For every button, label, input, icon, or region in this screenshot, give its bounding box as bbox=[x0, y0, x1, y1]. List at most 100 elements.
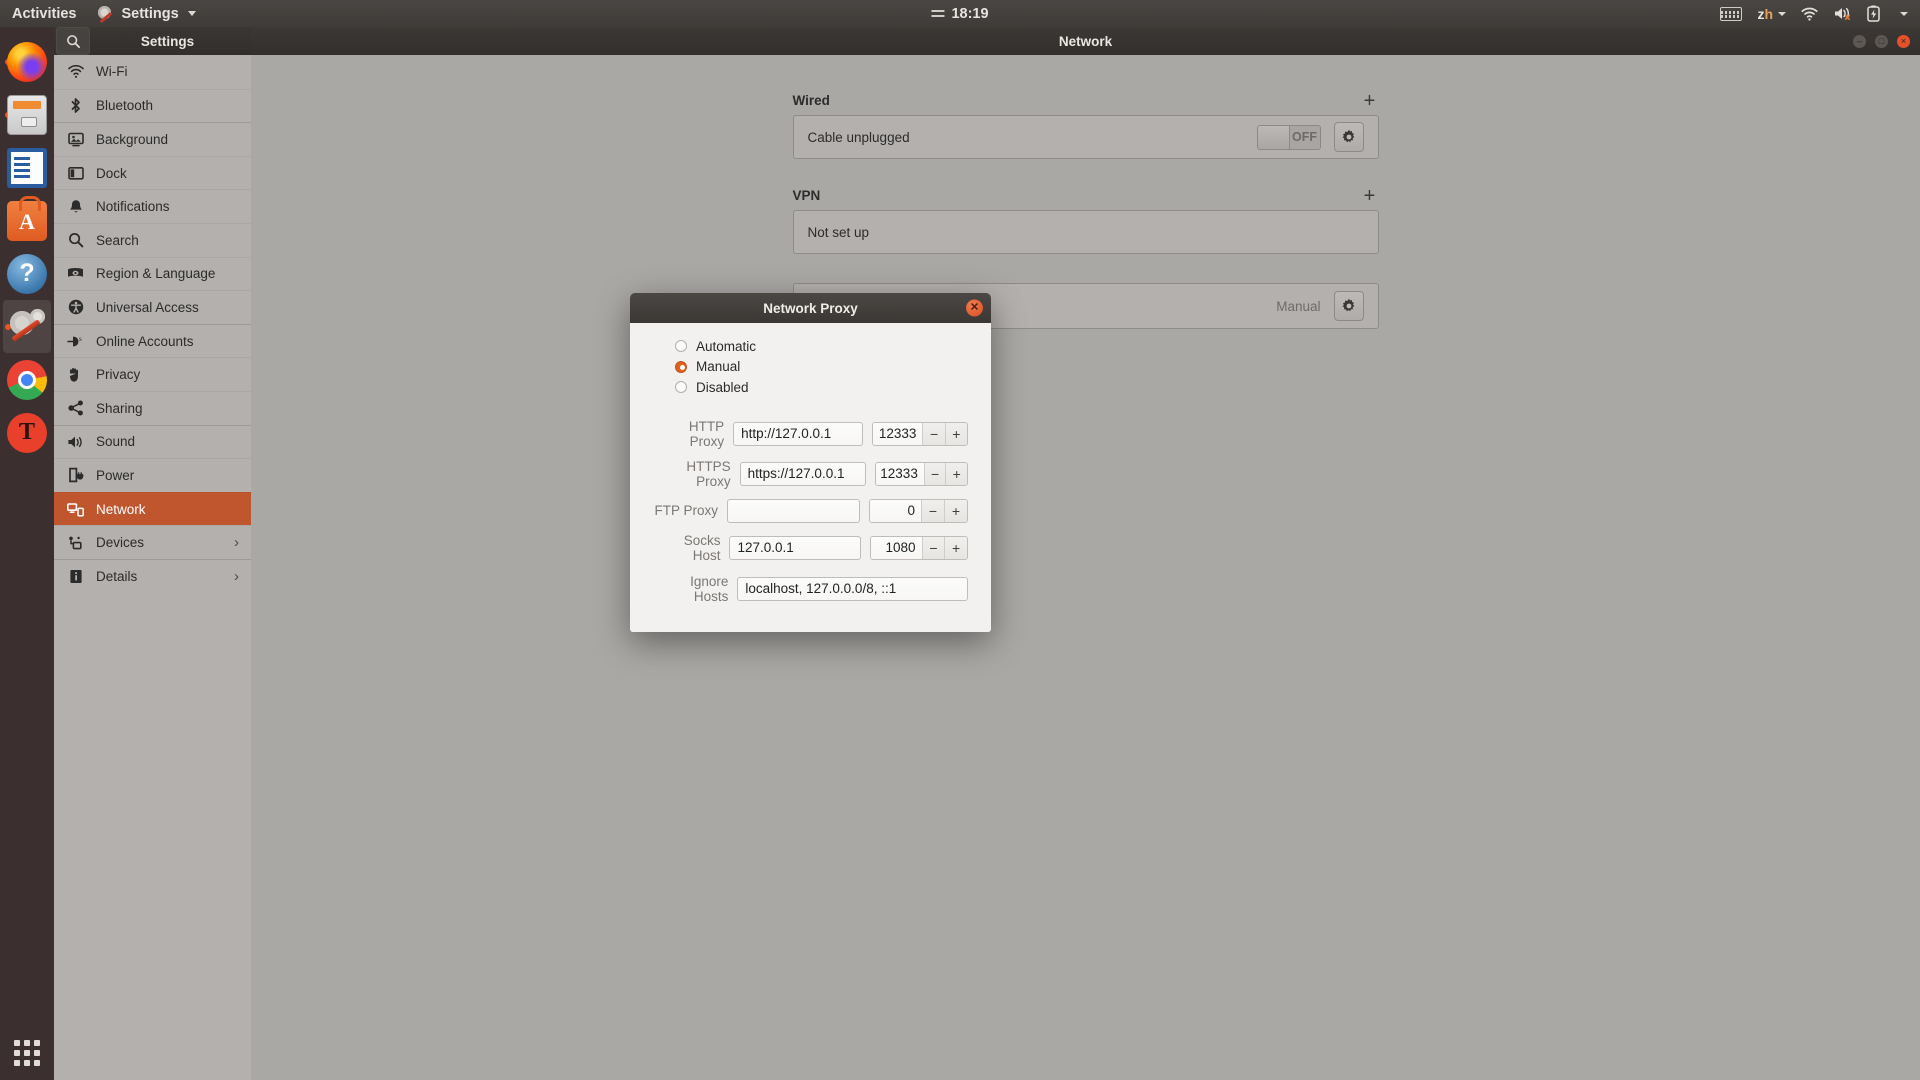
close-button[interactable]: × bbox=[1897, 35, 1910, 48]
https-proxy-input[interactable]: https://127.0.0.1 bbox=[740, 462, 866, 486]
sidebar-item-online-accounts[interactable]: s Online Accounts bbox=[54, 324, 251, 358]
proxy-settings-button[interactable] bbox=[1334, 291, 1364, 321]
dock-item-firefox[interactable] bbox=[3, 35, 51, 88]
gear-icon bbox=[1341, 298, 1357, 314]
volume-muted-icon[interactable] bbox=[1833, 6, 1852, 21]
dock-item-app-red[interactable] bbox=[3, 406, 51, 459]
sidebar-item-label: Power bbox=[96, 468, 134, 483]
minimize-button[interactable]: – bbox=[1853, 35, 1866, 48]
activities-button[interactable]: Activities bbox=[0, 0, 87, 27]
maximize-button[interactable]: □ bbox=[1875, 35, 1888, 48]
show-applications-button[interactable] bbox=[14, 1040, 40, 1066]
dock-icon bbox=[67, 165, 84, 182]
spin-down-button[interactable]: − bbox=[921, 500, 944, 522]
proxy-mode-automatic[interactable]: Automatic bbox=[675, 336, 968, 357]
ftp-port-value[interactable]: 0 bbox=[870, 500, 921, 522]
http-proxy-row: HTTP Proxy http://127.0.0.1 12333 − + bbox=[653, 419, 968, 449]
svg-text:s: s bbox=[79, 335, 82, 343]
dock-item-ubuntu-software[interactable] bbox=[3, 194, 51, 247]
window-titlebar[interactable]: Settings Network – □ × bbox=[54, 27, 1920, 55]
sidebar-item-sound[interactable]: Sound bbox=[54, 425, 251, 459]
settings-wrench-gear-icon bbox=[97, 5, 114, 22]
sidebar-item-wifi[interactable]: Wi-Fi bbox=[54, 55, 251, 89]
sidebar-title: Settings bbox=[90, 34, 251, 49]
sidebar-item-label: Region & Language bbox=[96, 266, 215, 281]
plus-icon[interactable]: + bbox=[1361, 189, 1379, 203]
chevron-right-icon: › bbox=[234, 568, 239, 585]
sidebar-item-power[interactable]: Power bbox=[54, 458, 251, 492]
dialog-titlebar[interactable]: Network Proxy ✕ bbox=[630, 293, 991, 323]
http-proxy-input[interactable]: http://127.0.0.1 bbox=[733, 422, 863, 446]
titlebar-main-section: Network – □ × bbox=[251, 27, 1920, 55]
wired-settings-button[interactable] bbox=[1334, 122, 1364, 152]
dock-item-libreoffice-writer[interactable] bbox=[3, 141, 51, 194]
search-button[interactable] bbox=[56, 27, 90, 55]
dock-item-settings[interactable] bbox=[3, 300, 51, 353]
status-menu[interactable]: zh bbox=[1720, 0, 1914, 27]
language-indicator[interactable]: zh bbox=[1757, 6, 1786, 22]
devices-icon bbox=[67, 534, 84, 551]
socks-host-input[interactable]: 127.0.0.1 bbox=[729, 536, 861, 560]
ftp-proxy-label: FTP Proxy bbox=[654, 503, 718, 518]
spin-down-button[interactable]: − bbox=[922, 537, 945, 559]
proxy-mode-disabled[interactable]: Disabled bbox=[675, 377, 968, 398]
keyboard-icon[interactable] bbox=[1720, 7, 1742, 21]
sidebar-item-dock[interactable]: Dock bbox=[54, 156, 251, 190]
sidebar-item-bluetooth[interactable]: Bluetooth bbox=[54, 89, 251, 123]
wired-row: Cable unplugged OFF bbox=[794, 116, 1378, 158]
spin-down-button[interactable]: − bbox=[922, 423, 944, 445]
http-port-value[interactable]: 12333 bbox=[873, 423, 923, 445]
app-menu-button[interactable]: Settings bbox=[87, 0, 205, 27]
sidebar-item-region-language[interactable]: Region & Language bbox=[54, 257, 251, 291]
settings-wrench-gear-icon bbox=[7, 307, 47, 347]
sidebar-item-sharing[interactable]: Sharing bbox=[54, 391, 251, 425]
radio-label: Disabled bbox=[696, 380, 749, 395]
titlebar-sidebar-section: Settings bbox=[54, 27, 251, 55]
region-language-icon bbox=[67, 265, 84, 282]
sidebar-item-notifications[interactable]: Notifications bbox=[54, 189, 251, 223]
ftp-proxy-input[interactable] bbox=[727, 499, 860, 523]
battery-charging-icon[interactable] bbox=[1867, 5, 1880, 22]
dock-item-files[interactable] bbox=[3, 88, 51, 141]
socks-port-value[interactable]: 1080 bbox=[871, 537, 921, 559]
sidebar-item-search[interactable]: Search bbox=[54, 223, 251, 257]
sidebar-item-network[interactable]: Network bbox=[54, 492, 251, 526]
spin-up-button[interactable]: + bbox=[944, 537, 967, 559]
proxy-mode-manual[interactable]: Manual bbox=[675, 357, 968, 378]
network-panel: Wired + Cable unplugged OFF bbox=[251, 55, 1920, 1080]
sidebar-item-privacy[interactable]: Privacy bbox=[54, 357, 251, 391]
wifi-icon[interactable] bbox=[1801, 7, 1818, 21]
sidebar-item-label: Search bbox=[96, 233, 139, 248]
bell-icon bbox=[67, 198, 84, 215]
https-port-spinner[interactable]: 12333 − + bbox=[875, 462, 968, 486]
ignore-hosts-label: Ignore Hosts bbox=[653, 574, 728, 604]
wired-toggle[interactable]: OFF bbox=[1257, 125, 1321, 150]
radio-automatic[interactable] bbox=[675, 340, 687, 352]
ftp-port-spinner[interactable]: 0 − + bbox=[869, 499, 968, 523]
http-port-spinner[interactable]: 12333 − + bbox=[872, 422, 968, 446]
close-icon[interactable]: ✕ bbox=[966, 300, 983, 317]
ubuntu-software-bag-icon bbox=[7, 201, 47, 241]
settings-sidebar: Wi-Fi Bluetooth bbox=[54, 55, 251, 1080]
spin-up-button[interactable]: + bbox=[944, 500, 967, 522]
sidebar-item-details[interactable]: Details › bbox=[54, 559, 251, 593]
dock-item-google-chrome[interactable] bbox=[3, 353, 51, 406]
sidebar-item-background[interactable]: Background bbox=[54, 122, 251, 156]
dock-item-help[interactable] bbox=[3, 247, 51, 300]
screen: Activities Settings 18:19 zh bbox=[0, 0, 1920, 1080]
radio-disabled[interactable] bbox=[675, 381, 687, 393]
radio-manual[interactable] bbox=[675, 361, 687, 373]
sidebar-item-devices[interactable]: Devices › bbox=[54, 525, 251, 559]
sidebar-item-universal-access[interactable]: Universal Access bbox=[54, 290, 251, 324]
socks-host-row: Socks Host 127.0.0.1 1080 − + bbox=[653, 533, 968, 563]
spin-up-button[interactable]: + bbox=[945, 463, 967, 485]
clock-button[interactable]: 18:19 bbox=[931, 0, 988, 27]
https-proxy-row: HTTPS Proxy https://127.0.0.1 12333 − + bbox=[653, 459, 968, 489]
https-port-value[interactable]: 12333 bbox=[876, 463, 924, 485]
socks-port-spinner[interactable]: 1080 − + bbox=[870, 536, 968, 560]
spin-up-button[interactable]: + bbox=[945, 423, 967, 445]
spin-down-button[interactable]: − bbox=[924, 463, 946, 485]
plus-icon[interactable]: + bbox=[1361, 94, 1379, 108]
ignore-hosts-input[interactable]: localhost, 127.0.0.0/8, ::1 bbox=[737, 577, 968, 601]
red-circle-app-icon bbox=[7, 413, 47, 453]
